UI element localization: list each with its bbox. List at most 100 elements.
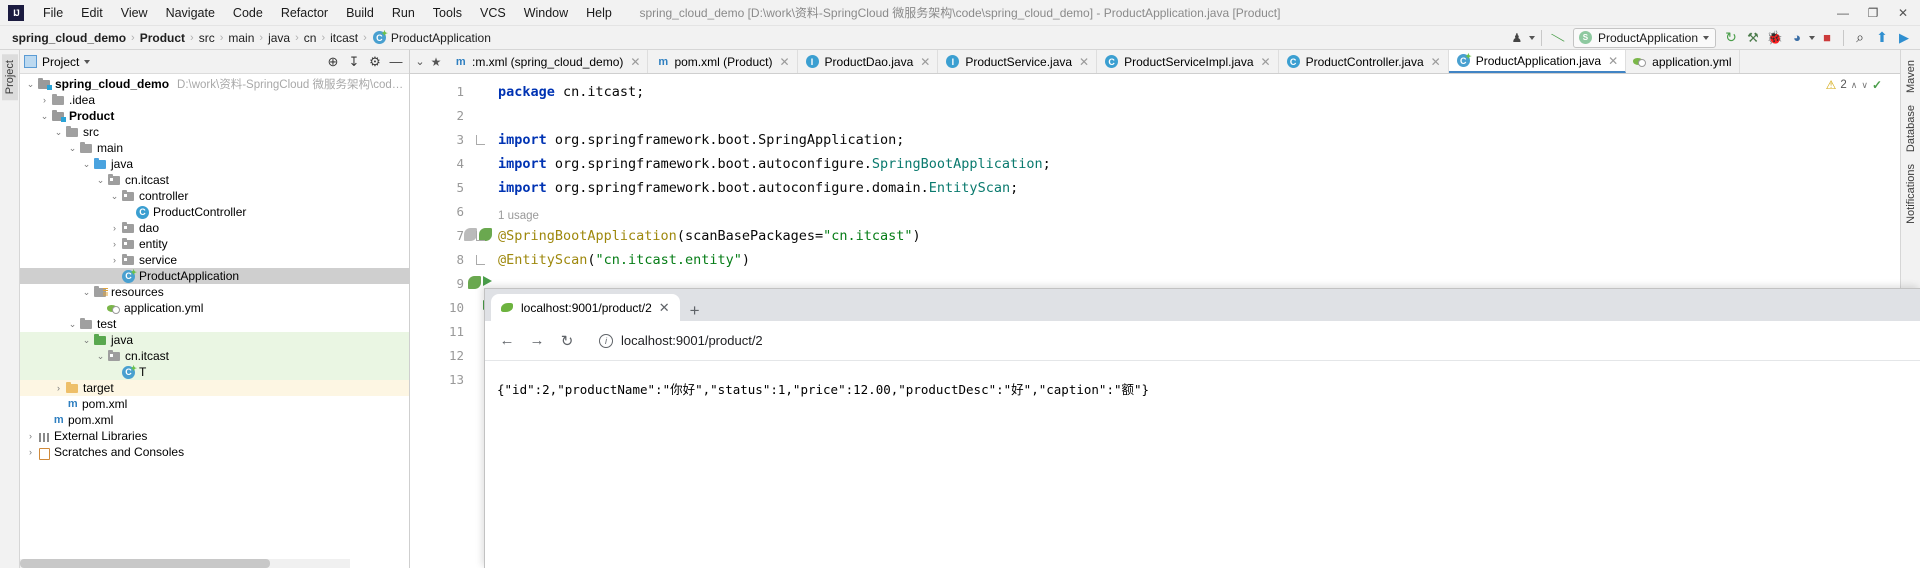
breadcrumb-item-cn[interactable]: cn xyxy=(300,30,321,46)
user-profile-icon[interactable]: ♟ xyxy=(1507,28,1527,48)
menu-item-tools[interactable]: Tools xyxy=(424,3,471,23)
horizontal-scrollbar[interactable] xyxy=(20,559,350,568)
menu-item-edit[interactable]: Edit xyxy=(72,3,112,23)
reload-icon[interactable]: ↻ xyxy=(553,327,581,355)
tree-node[interactable]: ⌄ Product xyxy=(20,108,409,124)
gutter-line-number[interactable]: 8 xyxy=(410,248,470,272)
tree-node[interactable]: C ✦ T xyxy=(20,364,409,380)
code-line[interactable]: import org.springframework.boot.autoconf… xyxy=(470,152,1900,176)
close-icon[interactable]: ✕ xyxy=(659,300,670,316)
editor-tab[interactable]: I ProductDao.java ✕ xyxy=(797,50,939,73)
gutter-line-number[interactable]: 11 xyxy=(410,320,470,344)
hide-panel-icon[interactable]: — xyxy=(387,53,405,71)
close-icon[interactable]: ✕ xyxy=(1608,54,1618,68)
gutter-line-number[interactable]: 7 xyxy=(410,224,492,248)
chevron-right-icon[interactable]: › xyxy=(108,255,121,265)
new-tab-button[interactable]: + xyxy=(680,301,710,321)
tree-node[interactable]: m pom.xml xyxy=(20,396,409,412)
settings-gear-icon[interactable]: ⚙ xyxy=(366,53,384,71)
chevron-down-icon[interactable]: ⌄ xyxy=(24,79,37,90)
code-fold-icon[interactable] xyxy=(476,135,485,145)
restore-button[interactable]: ❐ xyxy=(1858,0,1888,25)
tree-node[interactable]: application.yml xyxy=(20,300,409,316)
tree-node[interactable]: ⌄ controller xyxy=(20,188,409,204)
project-panel-title-group[interactable]: Project xyxy=(24,55,91,69)
gutter-line-number[interactable]: 10 xyxy=(410,296,492,320)
tree-node[interactable]: ⌄ java xyxy=(20,332,409,348)
gutter-line-number[interactable]: 6 xyxy=(410,200,470,224)
bookmark-star-icon[interactable]: ★ xyxy=(428,52,444,72)
code-line[interactable] xyxy=(470,104,1900,128)
tree-node[interactable]: C ✦ ProductApplication xyxy=(20,268,409,284)
minimize-button[interactable]: — xyxy=(1828,0,1858,25)
chevron-down-icon[interactable]: ⌄ xyxy=(80,335,93,346)
usage-hint[interactable]: 1 usage xyxy=(470,204,539,228)
chevron-down-icon[interactable]: ⌄ xyxy=(66,143,79,154)
editor-tab[interactable]: m:m.xml (spring_cloud_demo) ✕ xyxy=(446,50,649,73)
editor-tab[interactable]: m pom.xml (Product) ✕ xyxy=(648,50,798,73)
menu-item-help[interactable]: Help xyxy=(577,3,621,23)
select-opened-file-icon[interactable]: ⊕ xyxy=(324,53,342,71)
chevron-right-icon[interactable]: › xyxy=(24,447,37,457)
chevron-right-icon[interactable]: › xyxy=(24,431,37,441)
tab-list-icon[interactable]: ⌄ xyxy=(412,52,428,72)
code-fold-icon[interactable] xyxy=(476,255,485,265)
close-icon[interactable]: ✕ xyxy=(920,55,930,69)
breadcrumb-item-class[interactable]: C ✦ ProductApplication xyxy=(368,29,495,46)
tool-window-button-database[interactable]: Database xyxy=(1903,99,1919,158)
close-icon[interactable]: ✕ xyxy=(1261,55,1271,69)
code-line[interactable]: import org.springframework.boot.autoconf… xyxy=(470,176,1900,200)
rerun-icon[interactable]: ↻ xyxy=(1721,28,1741,48)
chevron-down-icon[interactable]: ⌄ xyxy=(94,175,107,186)
menu-item-build[interactable]: Build xyxy=(337,3,383,23)
run-icon[interactable]: ▶ xyxy=(1894,28,1914,48)
scrollbar-thumb[interactable] xyxy=(20,559,270,568)
editor-tab[interactable]: C ProductServiceImpl.java ✕ xyxy=(1097,50,1279,73)
close-icon[interactable]: ✕ xyxy=(1431,55,1441,69)
chevron-right-icon[interactable]: › xyxy=(52,383,65,393)
code-line[interactable]: @EntityScan("cn.itcast.entity") xyxy=(470,248,1900,272)
menu-item-code[interactable]: Code xyxy=(224,3,272,23)
chevron-down-icon[interactable]: ⌄ xyxy=(94,351,107,362)
breadcrumb-item-project[interactable]: spring_cloud_demo xyxy=(8,30,130,46)
close-icon[interactable]: ✕ xyxy=(630,55,640,69)
tree-node[interactable]: › entity xyxy=(20,236,409,252)
gutter-line-number[interactable]: 5 xyxy=(410,176,470,200)
build-project-icon[interactable]: ⚒ xyxy=(1743,28,1763,48)
menu-item-file[interactable]: File xyxy=(34,3,72,23)
tool-window-button-project[interactable]: Project xyxy=(1,54,18,101)
menu-item-run[interactable]: Run xyxy=(383,3,424,23)
tool-window-button-maven[interactable]: Maven xyxy=(1903,54,1919,99)
close-icon[interactable]: ✕ xyxy=(779,55,789,69)
close-button[interactable]: ✕ xyxy=(1888,0,1918,25)
site-info-icon[interactable]: i xyxy=(599,333,613,348)
gutter-line-number[interactable]: 9 xyxy=(410,272,492,296)
stop-icon[interactable]: ■ xyxy=(1817,28,1837,48)
tree-node[interactable]: ⌄ cn.itcast xyxy=(20,172,409,188)
browser-tab[interactable]: localhost:9001/product/2 ✕ xyxy=(491,294,680,321)
menu-item-vcs[interactable]: VCS xyxy=(471,3,515,23)
code-line[interactable]: @SpringBootApplication(scanBasePackages=… xyxy=(470,224,1900,248)
tree-node[interactable]: › External Libraries xyxy=(20,428,409,444)
breadcrumb-item-main[interactable]: main xyxy=(224,30,258,46)
chevron-down-icon[interactable] xyxy=(1809,35,1815,40)
chevron-right-icon[interactable]: › xyxy=(38,95,51,105)
update-project-icon[interactable]: ⬆ xyxy=(1872,28,1892,48)
tree-node[interactable]: ⌄ spring_cloud_demo D:\work\资料-SpringCloud… xyxy=(20,76,409,92)
menu-item-window[interactable]: Window xyxy=(515,3,577,23)
gutter-line-number[interactable]: 4 xyxy=(410,152,470,176)
tree-node[interactable]: C ProductController xyxy=(20,204,409,220)
tool-window-button-notifications[interactable]: Notifications xyxy=(1903,158,1919,230)
tree-node[interactable]: ⌄ cn.itcast xyxy=(20,348,409,364)
back-icon[interactable]: ← xyxy=(493,327,521,355)
address-bar[interactable]: i localhost:9001/product/2 xyxy=(589,327,1912,355)
breadcrumb-item-module[interactable]: Product xyxy=(136,30,189,46)
debug-icon[interactable]: 🐞 xyxy=(1765,28,1785,48)
collapse-all-icon[interactable]: ↧ xyxy=(345,53,363,71)
project-tree[interactable]: ⌄ spring_cloud_demo D:\work\资料-SpringCloud… xyxy=(20,74,409,568)
gutter-line-number[interactable]: 1 xyxy=(410,80,470,104)
chevron-down-icon[interactable] xyxy=(84,59,91,64)
tree-node[interactable]: ⌄ java xyxy=(20,156,409,172)
tree-node[interactable]: ⌄ resources xyxy=(20,284,409,300)
chevron-down-icon[interactable]: ⌄ xyxy=(108,191,121,202)
